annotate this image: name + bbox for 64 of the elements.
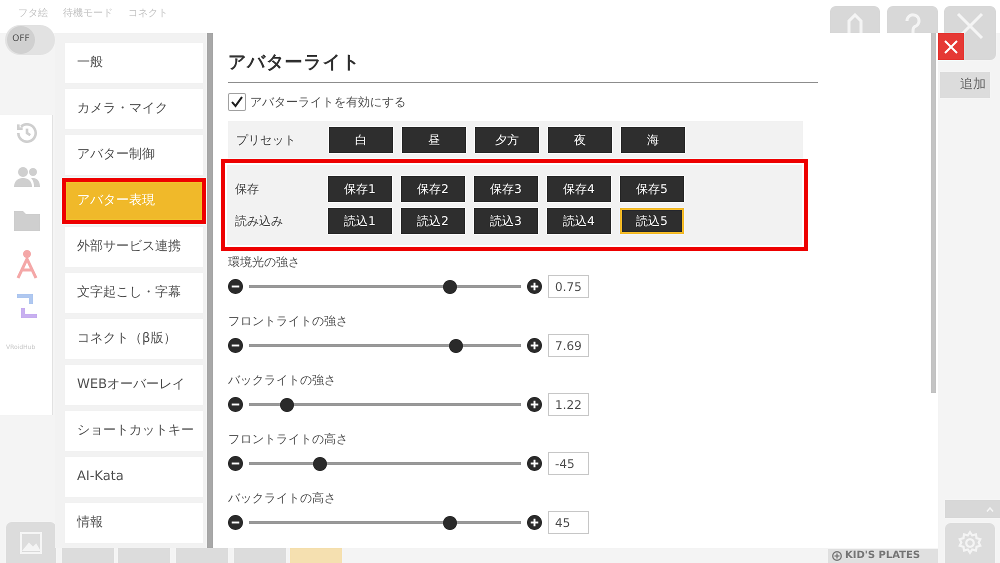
caret-icon [986, 506, 994, 512]
checkbox[interactable] [228, 93, 246, 111]
minus-icon[interactable] [228, 338, 243, 353]
menu-item[interactable]: アバター制御 [65, 135, 203, 175]
menu-item[interactable]: コネクト（β版） [65, 319, 203, 359]
minus-icon[interactable] [228, 456, 243, 471]
preset-button[interactable]: 夜 [548, 127, 612, 153]
slider-thumb[interactable] [448, 338, 463, 352]
value-field[interactable]: 1.22 [548, 393, 589, 416]
slider-thumb[interactable] [443, 516, 458, 530]
preset-button[interactable]: 夕方 [475, 127, 539, 153]
menu-item[interactable]: カメラ・マイク [65, 89, 203, 129]
menu-item[interactable]: 外部サービス連携 [65, 227, 203, 267]
preset-button[interactable]: 読込2 [401, 208, 465, 234]
slider-thumb[interactable] [312, 456, 327, 470]
slider-label: フロントライトの高さ [228, 431, 349, 448]
preset-button[interactable]: 読込1 [328, 208, 392, 234]
menu-item[interactable]: ショートカットキー [65, 411, 203, 451]
preset-button[interactable]: 読込3 [474, 208, 538, 234]
toggle-label: OFF [7, 26, 35, 54]
preset-button[interactable]: 保存1 [328, 176, 392, 202]
toggle-switch[interactable]: OFF [5, 25, 55, 55]
picture-icon [19, 530, 43, 554]
menu-item[interactable]: WEBオーバーレイ [65, 365, 203, 405]
plus-icon[interactable] [527, 279, 542, 294]
menu-item[interactable]: 情報 [65, 503, 203, 543]
plus-icon[interactable] [527, 338, 542, 353]
preset-button[interactable]: 保存5 [620, 176, 684, 202]
plus-icon [832, 551, 842, 561]
plus-icon[interactable] [527, 515, 542, 530]
row-label: プリセット [236, 132, 297, 149]
preset-button[interactable]: 保存3 [474, 176, 538, 202]
checkbox-label[interactable]: アバターライトを有効にする [250, 93, 406, 111]
slider-label: フロントライトの強さ [228, 313, 349, 330]
plus-icon[interactable] [527, 397, 542, 412]
menu-item[interactable]: 文字起こし・字幕 [65, 273, 203, 313]
minus-icon[interactable] [228, 279, 243, 294]
minus-icon[interactable] [228, 515, 243, 530]
minus-icon[interactable] [228, 397, 243, 412]
slider-label: バックライトの強さ [228, 372, 337, 389]
value-field[interactable]: -45 [548, 452, 589, 475]
preset-button[interactable]: 保存4 [547, 176, 611, 202]
close-button[interactable] [938, 33, 964, 60]
row-label: 読み込み [235, 213, 284, 230]
preset-button[interactable]: 昼 [402, 127, 466, 153]
preset-button[interactable]: 海 [621, 127, 685, 153]
panel-title: アバターライト [228, 52, 360, 73]
add-button[interactable]: 追加 [940, 72, 990, 98]
value-field[interactable]: 0.75 [548, 275, 589, 298]
preset-button[interactable]: 読込4 [547, 208, 611, 234]
menu-item[interactable]: AI-Kata [65, 457, 203, 497]
settings-icon [957, 530, 983, 556]
slider-label: 環境光の強さ [228, 254, 301, 271]
plus-icon[interactable] [527, 456, 542, 471]
slider-thumb[interactable] [443, 280, 458, 294]
row-label: 保存 [235, 181, 260, 198]
preset-button[interactable]: 読込5 [620, 208, 684, 234]
slider-label: バックライトの高さ [228, 490, 337, 507]
value-field[interactable]: 7.69 [548, 334, 589, 357]
value-field[interactable]: 45 [548, 511, 589, 534]
preset-button[interactable]: 保存2 [401, 176, 465, 202]
preset-button[interactable]: 白 [329, 127, 393, 153]
slider-thumb[interactable] [280, 398, 294, 412]
menu-item[interactable]: 一般 [65, 43, 203, 83]
